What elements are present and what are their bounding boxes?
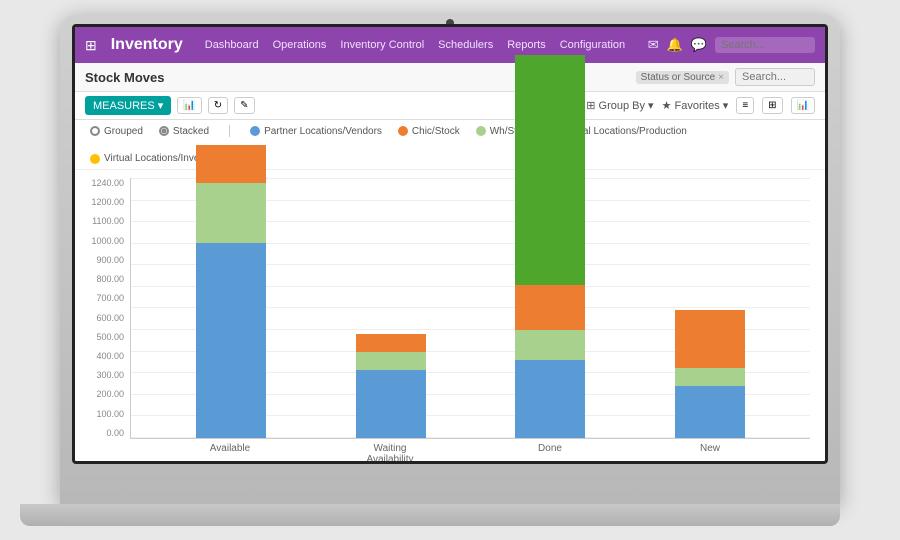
sub-header: Stock Moves Status or Source × xyxy=(75,63,825,92)
laptop-base xyxy=(20,504,840,526)
view-kanban-button[interactable]: ⊞ xyxy=(762,97,782,114)
bar-new xyxy=(675,310,745,438)
segment-new-orange xyxy=(675,310,745,368)
stacked-bar-waiting xyxy=(356,334,426,438)
legend-dot-wh xyxy=(476,126,486,136)
measures-label: MEASURES xyxy=(93,100,155,112)
x-label-waiting: Waiting Availability xyxy=(355,443,425,464)
chart-grid xyxy=(130,178,810,439)
bar-waiting xyxy=(356,334,426,438)
filter-tag-label: Status or Source xyxy=(641,72,715,83)
legend-label-chic: Chic/Stock xyxy=(412,126,460,137)
segment-available-orange xyxy=(196,145,266,183)
legend-divider xyxy=(229,125,230,137)
y-label-700: 700.00 xyxy=(96,293,124,303)
segment-waiting-blue xyxy=(356,370,426,438)
radio-grouped-label: Grouped xyxy=(104,126,143,137)
segment-done-dark-green xyxy=(515,55,585,285)
y-label-500: 500.00 xyxy=(96,332,124,342)
edit-button[interactable]: ✎ xyxy=(234,97,254,114)
nav-right: ✉ 🔔 💬 xyxy=(648,37,815,53)
y-label-900: 900.00 xyxy=(96,255,124,265)
bell-icon: 🔔 xyxy=(667,37,683,53)
nav-brand: Inventory xyxy=(111,36,183,54)
segment-done-orange xyxy=(515,285,585,330)
segment-done-light-green xyxy=(515,330,585,360)
stacked-bar-done xyxy=(515,55,585,438)
nav-dashboard[interactable]: Dashboard xyxy=(205,39,259,51)
y-label-0: 0.00 xyxy=(106,428,124,438)
y-label-300: 300.00 xyxy=(96,370,124,380)
bar-done xyxy=(515,55,585,438)
y-label-800: 800.00 xyxy=(96,274,124,284)
y-label-1240: 1240.00 xyxy=(91,178,124,188)
refresh-button[interactable]: ↻ xyxy=(208,97,228,114)
nav-menu: Dashboard Operations Inventory Control S… xyxy=(205,39,636,51)
filter-search-input[interactable] xyxy=(735,68,815,86)
x-label-new: New xyxy=(675,443,745,464)
legend-label-partner: Partner Locations/Vendors xyxy=(264,126,382,137)
measures-button[interactable]: MEASURES ▾ xyxy=(85,96,171,115)
view-graph-button[interactable]: 📊 xyxy=(791,97,815,114)
segment-available-green xyxy=(196,183,266,243)
chart-area: 1240.00 1200.00 1100.00 1000.00 900.00 8… xyxy=(75,170,825,464)
stacked-bar-new xyxy=(675,310,745,438)
filter-tag-status[interactable]: Status or Source × xyxy=(636,71,729,84)
grid-icon: ⊞ xyxy=(85,37,97,54)
y-label-600: 600.00 xyxy=(96,313,124,323)
toolbar: MEASURES ▾ 📊 ↻ ✎ ▾ Filters ▾ ⊞ Group By … xyxy=(75,92,825,120)
segment-new-green xyxy=(675,368,745,386)
radio-grouped-circle xyxy=(90,126,100,136)
segment-waiting-orange xyxy=(356,334,426,352)
page-title: Stock Moves xyxy=(85,70,164,85)
y-label-1100: 1100.00 xyxy=(92,216,124,226)
legend-dot-partner xyxy=(250,126,260,136)
segment-new-blue xyxy=(675,386,745,438)
nav-schedulers[interactable]: Schedulers xyxy=(438,39,493,51)
laptop-screen: ⊞ Inventory Dashboard Operations Invento… xyxy=(72,24,828,464)
groupby-btn[interactable]: ⊞ Group By ▾ xyxy=(586,99,653,112)
measures-arrow: ▾ xyxy=(158,99,164,112)
view-list-button[interactable]: ≡ xyxy=(736,97,754,114)
legend-dot-chic xyxy=(398,126,408,136)
segment-waiting-green xyxy=(356,352,426,370)
legend-dot-virtual-inv xyxy=(90,154,100,164)
nav-operations[interactable]: Operations xyxy=(273,39,327,51)
y-label-1200: 1200.00 xyxy=(91,197,124,207)
x-labels: Available Waiting Availability Done New xyxy=(130,439,810,464)
view-bar-button[interactable]: 📊 xyxy=(177,97,201,114)
radio-stacked-label: Stacked xyxy=(173,126,209,137)
radio-stacked[interactable]: Stacked xyxy=(159,126,209,137)
email-icon: ✉ xyxy=(648,37,659,53)
y-label-100: 100.00 xyxy=(96,409,124,419)
chat-icon: 💬 xyxy=(691,37,707,53)
nav-configuration[interactable]: Configuration xyxy=(560,39,625,51)
top-nav: ⊞ Inventory Dashboard Operations Invento… xyxy=(75,27,825,63)
y-label-1000: 1000.00 xyxy=(91,236,124,246)
x-label-done: Done xyxy=(515,443,585,464)
stacked-bar-available xyxy=(196,145,266,438)
y-label-200: 200.00 xyxy=(96,389,124,399)
legend-partner: Partner Locations/Vendors xyxy=(250,126,382,137)
y-axis: 1240.00 1200.00 1100.00 1000.00 900.00 8… xyxy=(90,178,130,438)
favorites-btn[interactable]: ★ Favorites ▾ xyxy=(662,99,729,112)
nav-inventory-control[interactable]: Inventory Control xyxy=(340,39,424,51)
y-label-400: 400.00 xyxy=(96,351,124,361)
search-input[interactable] xyxy=(715,37,815,53)
laptop-outer: ⊞ Inventory Dashboard Operations Invento… xyxy=(60,14,840,504)
filter-bar: Status or Source × xyxy=(636,68,815,86)
toolbar-left: MEASURES ▾ 📊 ↻ ✎ xyxy=(85,96,255,115)
legend-chic: Chic/Stock xyxy=(398,126,460,137)
radio-stacked-circle xyxy=(159,126,169,136)
segment-available-blue xyxy=(196,243,266,438)
legend: Grouped Stacked Partner Locations/Vendor… xyxy=(75,120,825,170)
bar-available xyxy=(196,145,266,438)
nav-reports[interactable]: Reports xyxy=(507,39,546,51)
radio-grouped[interactable]: Grouped xyxy=(90,126,143,137)
segment-done-blue xyxy=(515,360,585,438)
bars-container xyxy=(131,178,810,438)
filter-tag-close[interactable]: × xyxy=(718,72,724,83)
chart-main: Available Waiting Availability Done New xyxy=(130,178,810,464)
x-label-available: Available xyxy=(195,443,265,464)
